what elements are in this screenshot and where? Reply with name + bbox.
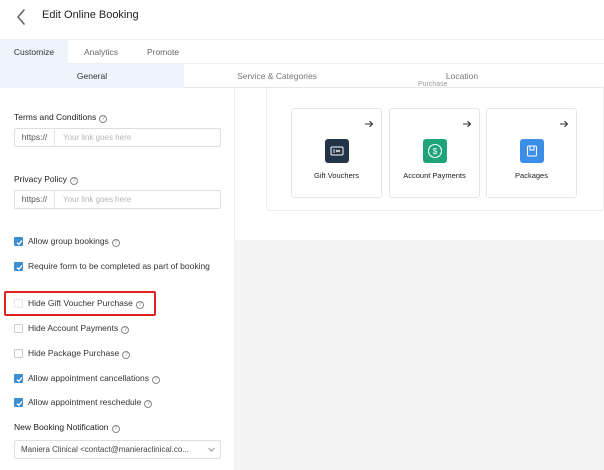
- privacy-label-text: Privacy Policy: [14, 174, 67, 184]
- option-label: Account Payments: [403, 171, 466, 180]
- notification-select-value: Maniera Clinical <contact@manieraclinica…: [21, 445, 189, 454]
- help-icon[interactable]: ?: [122, 351, 131, 359]
- url-prefix: https://: [15, 191, 55, 208]
- highlight-box: [4, 291, 156, 316]
- checkbox[interactable]: [14, 374, 23, 383]
- privacy-label: Privacy Policy?: [14, 174, 78, 185]
- primary-tabs: Customize Analytics Promote: [0, 40, 604, 64]
- tab-promote[interactable]: Promote: [134, 40, 192, 64]
- help-icon[interactable]: ?: [69, 177, 78, 185]
- terms-label: Terms and Conditions?: [14, 112, 108, 123]
- checkbox-label: Hide Account Payments?: [28, 323, 130, 334]
- label-text: Hide Account Payments: [28, 323, 119, 333]
- checkbox-label: Allow appointment reschedule?: [28, 397, 153, 408]
- page-title: Edit Online Booking: [42, 9, 139, 21]
- checkbox-label: Require form to be completed as part of …: [28, 261, 210, 271]
- checkbox-label: Allow group bookings?: [28, 236, 120, 247]
- label-text: Allow appointment reschedule: [28, 397, 142, 407]
- label-text: Hide Package Purchase: [28, 348, 120, 358]
- header: Edit Online Booking: [0, 0, 604, 40]
- tab-customize[interactable]: Customize: [0, 40, 68, 64]
- chevron-down-icon: [208, 447, 215, 452]
- help-icon[interactable]: ?: [111, 425, 120, 433]
- notification-label: New Booking Notification?: [14, 422, 120, 433]
- label-text: Require form to be completed as part of …: [28, 261, 210, 271]
- help-icon[interactable]: ?: [121, 326, 130, 334]
- arrow-right-icon: [463, 120, 472, 128]
- edit-online-booking-page: Edit Online Booking Customize Analytics …: [0, 0, 604, 470]
- checkbox[interactable]: [14, 237, 23, 246]
- account-payments-option[interactable]: $ Account Payments: [389, 108, 480, 198]
- terms-label-text: Terms and Conditions: [14, 112, 97, 122]
- checkbox[interactable]: [14, 262, 23, 271]
- terms-url-field[interactable]: https:// Your link goes here: [14, 128, 221, 147]
- privacy-url-input[interactable]: Your link goes here: [63, 191, 131, 208]
- gift-vouchers-option[interactable]: Gift Vouchers: [291, 108, 382, 198]
- label-text: Allow group bookings: [28, 236, 109, 246]
- label-text: Allow appointment cancellations: [28, 373, 149, 383]
- checkbox[interactable]: [14, 398, 23, 407]
- terms-url-input[interactable]: Your link goes here: [63, 129, 131, 146]
- purchase-heading: Purchase: [418, 81, 448, 88]
- subtab-general[interactable]: General: [0, 64, 184, 88]
- help-icon[interactable]: ?: [151, 376, 160, 384]
- checkbox[interactable]: [14, 324, 23, 333]
- preview-background: [235, 240, 604, 470]
- tab-analytics[interactable]: Analytics: [68, 40, 134, 64]
- package-icon: [520, 139, 544, 163]
- back-arrow-icon[interactable]: [12, 7, 32, 27]
- sub-tabs: General Service & Categories Location: [0, 64, 604, 88]
- privacy-url-field[interactable]: https:// Your link goes here: [14, 190, 221, 209]
- subtab-location[interactable]: Location: [370, 64, 554, 88]
- help-icon[interactable]: ?: [144, 400, 153, 408]
- arrow-right-icon: [560, 120, 569, 128]
- checkbox-label: Hide Package Purchase?: [28, 348, 131, 359]
- help-icon[interactable]: ?: [111, 239, 120, 247]
- gift-voucher-icon: [325, 139, 349, 163]
- help-icon[interactable]: ?: [99, 115, 108, 123]
- svg-text:$: $: [433, 147, 438, 156]
- notification-label-text: New Booking Notification: [14, 422, 109, 432]
- option-label: Packages: [515, 171, 548, 180]
- arrow-right-icon: [365, 120, 374, 128]
- notification-select[interactable]: Maniera Clinical <contact@manieraclinica…: [14, 440, 221, 459]
- checkbox[interactable]: [14, 349, 23, 358]
- packages-option[interactable]: Packages: [486, 108, 577, 198]
- checkbox-label: Allow appointment cancellations?: [28, 373, 160, 384]
- url-prefix: https://: [15, 129, 55, 146]
- option-label: Gift Vouchers: [313, 171, 360, 180]
- subtab-service-categories[interactable]: Service & Categories: [184, 64, 370, 88]
- dollar-icon: $: [423, 139, 447, 163]
